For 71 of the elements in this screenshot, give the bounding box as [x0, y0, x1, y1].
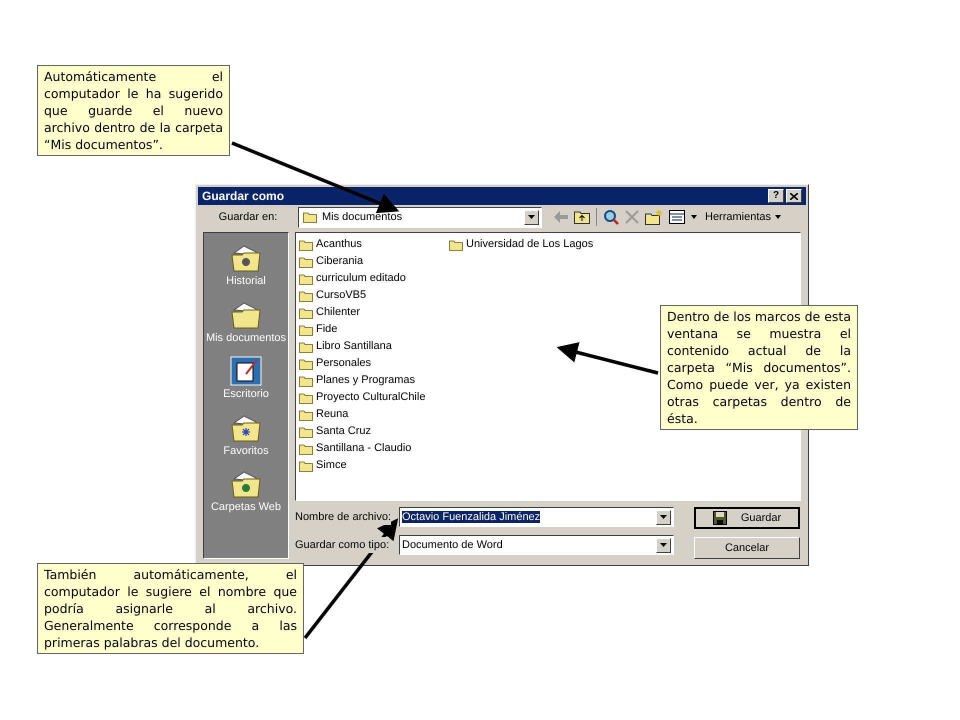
dropdown-button[interactable]	[524, 210, 539, 224]
history-folder-icon	[230, 243, 262, 273]
folder-icon	[299, 238, 313, 250]
close-button[interactable]	[786, 189, 802, 203]
places-item[interactable]: Historial	[204, 243, 288, 290]
folder-icon	[299, 442, 313, 454]
cancel-button[interactable]: Cancelar	[694, 537, 800, 559]
save-button[interactable]: Guardar	[694, 507, 800, 529]
file-type-value: Documento de Word	[402, 538, 503, 551]
folder-icon	[299, 460, 313, 472]
tools-menu[interactable]: Herramientas	[705, 208, 782, 226]
documents-folder-icon	[230, 300, 262, 330]
up-folder-icon[interactable]	[574, 210, 590, 224]
folder-icon	[303, 211, 317, 223]
folder-icon	[299, 340, 313, 352]
folder-icon	[449, 238, 463, 250]
folder-icon	[299, 324, 313, 336]
desktop-note-icon	[230, 356, 262, 386]
file-type-label: Guardar como tipo:	[295, 536, 390, 554]
folder-item[interactable]: CursoVB5	[299, 287, 449, 304]
save-in-value: Mis documentos	[322, 210, 404, 225]
folder-icon	[299, 272, 313, 284]
folder-icon	[299, 358, 313, 370]
folder-item[interactable]: curriculum editado	[299, 270, 449, 287]
caret-icon	[775, 215, 782, 219]
callout-text: Automáticamente el computador le ha sugerido que guarde el nuevo archivo dentro de la carpeta “Mis documentos”.	[37, 65, 230, 156]
places-item[interactable]: Favoritos	[204, 412, 288, 459]
folder-item[interactable]: Reuna	[299, 406, 449, 423]
folder-icon	[299, 392, 313, 404]
places-item[interactable]: Escritorio	[204, 356, 288, 402]
help-button[interactable]: ?	[768, 189, 784, 203]
folder-item[interactable]: Fide	[299, 321, 449, 338]
caret-icon	[660, 543, 667, 547]
callout-text: También automáticamente, el computador le sugiere el nombre que podría asignarle al archivo. Generalmente corresponde a las primeras palabras del documento.	[37, 563, 304, 654]
save-in-dropdown[interactable]: Mis documentos	[298, 206, 542, 228]
callout-text: Dentro de los marcos de esta ventana se muestra el contenido actual de la carpeta “Mis documentos”. Como puede ver, ya existen otras carpetas dentro de ésta.	[660, 305, 858, 430]
file-name-field[interactable]: Octavio Fuenzalida Jiménez	[399, 507, 674, 527]
folder-icon	[299, 374, 313, 386]
caret-icon	[528, 215, 535, 219]
caret-icon	[660, 515, 667, 519]
folder-icon	[299, 256, 313, 268]
places-item[interactable]: Mis documentos	[204, 300, 288, 346]
folder-icon	[299, 290, 313, 302]
folder-item[interactable]: Personales	[299, 355, 449, 372]
search-icon[interactable]	[603, 209, 619, 225]
folder-icon	[299, 306, 313, 318]
folder-icon	[299, 408, 313, 420]
folder-item[interactable]: Acanthus	[299, 236, 449, 253]
folder-item[interactable]: Chilenter	[299, 304, 449, 321]
favorites-folder-icon	[230, 412, 262, 442]
dropdown-button[interactable]	[656, 510, 671, 524]
folder-item[interactable]: Planes y Programas	[299, 372, 449, 389]
folder-item[interactable]: Simce	[299, 457, 449, 474]
file-type-dropdown[interactable]: Documento de Word	[399, 535, 674, 555]
folder-item[interactable]: Libro Santillana	[299, 338, 449, 355]
save-in-label: Guardar en:	[218, 210, 278, 225]
dropdown-button[interactable]	[656, 538, 671, 552]
web-folder-icon	[230, 469, 262, 499]
new-folder-icon[interactable]	[645, 210, 663, 224]
window-title: Guardar como	[202, 188, 284, 205]
folder-item[interactable]: Santa Cruz	[299, 423, 449, 440]
folder-icon	[299, 426, 313, 438]
folder-item[interactable]: Ciberania	[299, 253, 449, 270]
places-item[interactable]: Carpetas Web	[204, 469, 288, 516]
folder-item[interactable]: Universidad de Los Lagos	[449, 236, 599, 253]
close-icon	[790, 192, 798, 200]
view-list-icon[interactable]	[669, 210, 685, 224]
file-name-value: Octavio Fuenzalida Jiménez	[402, 510, 540, 523]
folder-item[interactable]: Proyecto CulturalChile	[299, 389, 449, 406]
folder-item[interactable]: Santillana - Claudio	[299, 440, 449, 457]
caret-icon[interactable]	[691, 215, 697, 219]
